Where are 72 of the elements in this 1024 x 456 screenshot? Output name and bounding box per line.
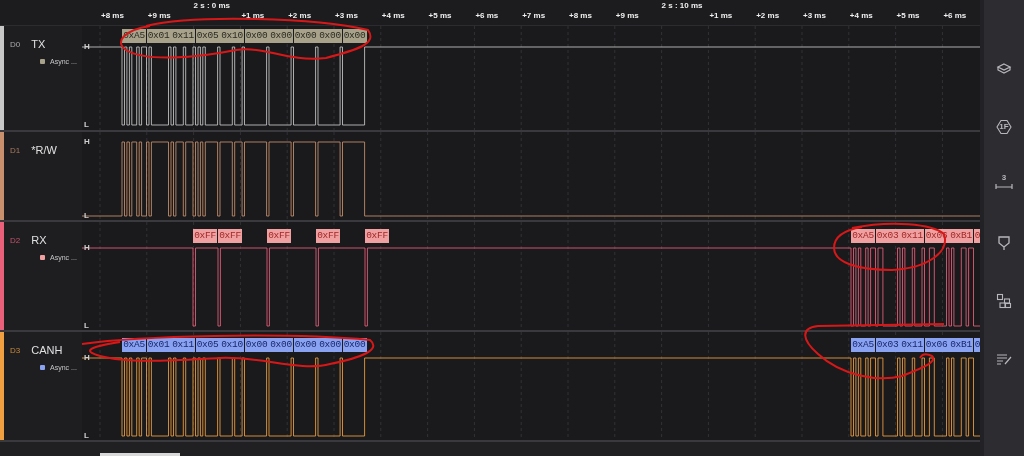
decoded-frame: 0xA5 [851, 338, 876, 352]
time-tick-label: +1 ms [241, 11, 265, 20]
decoded-frame: 0xA5 [851, 229, 876, 243]
decoded-frame: 0x00 [318, 338, 343, 352]
channel-name: TX [31, 38, 46, 50]
decoded-frame: 0x11 [171, 29, 196, 43]
time-tick-label: +6 ms [475, 11, 499, 20]
decoded-frame: 0x03 [875, 229, 901, 243]
time-marker: 2 s : 0 ms [193, 1, 231, 10]
decoded-frame: 0x00 [318, 29, 343, 43]
decoded-frame: 0x01 [146, 29, 172, 43]
decoded-frame: 0x00 [269, 338, 294, 352]
decoded-frame: 0xFF [193, 229, 218, 243]
measure-tool-button[interactable]: 3 [993, 174, 1015, 196]
level-label: L [84, 121, 89, 129]
time-tick-label: +4 ms [381, 11, 405, 20]
decoded-frame: 0x11 [171, 338, 196, 352]
decoded-frame: 0x00 [244, 338, 270, 352]
decoded-frame: 0x03 [875, 338, 901, 352]
level-label: H [84, 244, 90, 252]
decoded-frame: 0xFF [218, 229, 243, 243]
decoded-frame: 0x06 [924, 338, 950, 352]
decoded-frame: 0xFF [267, 229, 292, 243]
time-marker: 2 s : 10 ms [661, 1, 703, 10]
time-tick-label: +3 ms [335, 11, 358, 20]
level-label: L [84, 212, 89, 220]
time-tick-label: +7 ms [522, 11, 546, 20]
scrollbar-thumb[interactable] [100, 453, 180, 456]
channel-name: *R/W [31, 144, 57, 156]
decoded-frame: 0xFF [316, 229, 341, 243]
level-label: L [84, 432, 89, 440]
decoded-frame: 0x00 [293, 338, 319, 352]
decoded-frame: 0x00 [293, 29, 319, 43]
level-label: H [84, 43, 90, 51]
time-tick-label: +6 ms [943, 11, 967, 20]
grid-blocks-icon [996, 293, 1012, 309]
channel-name: RX [31, 234, 47, 246]
layers-icon [996, 62, 1012, 76]
time-tick-label: +8 ms [101, 11, 124, 20]
channel-index: D1 [10, 145, 21, 155]
time-tick-label: +2 ms [756, 11, 780, 20]
decoded-frame: 0x05 [195, 338, 221, 352]
decoded-frame: 0x11 [900, 338, 925, 352]
time-tick-label: +3 ms [803, 11, 826, 20]
decoded-frame: 0x10 [220, 29, 245, 43]
decoded-frame: 0xFF [365, 229, 390, 243]
channel-index: D2 [10, 235, 21, 245]
decoded-frame: 0x00 [244, 29, 270, 43]
decoded-frame: 0x11 [900, 229, 925, 243]
decoded-frame: 0x10 [220, 338, 245, 352]
level-label: H [84, 354, 90, 362]
time-tick-label: +9 ms [615, 11, 639, 20]
notes-pen-icon [996, 352, 1012, 366]
time-tick-label: +8 ms [569, 11, 592, 20]
hexagon-icon [996, 119, 1012, 135]
hex-tool-button[interactable]: 1F [993, 116, 1015, 138]
time-tick-label: +5 ms [896, 11, 920, 20]
channel-index: D0 [10, 39, 21, 49]
time-tick-label: +4 ms [849, 11, 873, 20]
level-label: H [84, 138, 90, 146]
time-tick-label: +9 ms [147, 11, 171, 20]
channel-index: D3 [10, 345, 21, 355]
decoded-frame: 0xB1 [949, 338, 974, 352]
marker-icon [997, 235, 1011, 251]
time-tick-label: +1 ms [709, 11, 733, 20]
channel-name: CANH [31, 344, 63, 356]
decoded-frame: 0x05 [195, 29, 221, 43]
decoded-frame: 0xB1 [949, 229, 974, 243]
time-tick-label: +5 ms [428, 11, 452, 20]
level-label: L [84, 322, 89, 330]
decoded-frame: 0x00 [269, 29, 294, 43]
time-tick-label: +2 ms [288, 11, 312, 20]
